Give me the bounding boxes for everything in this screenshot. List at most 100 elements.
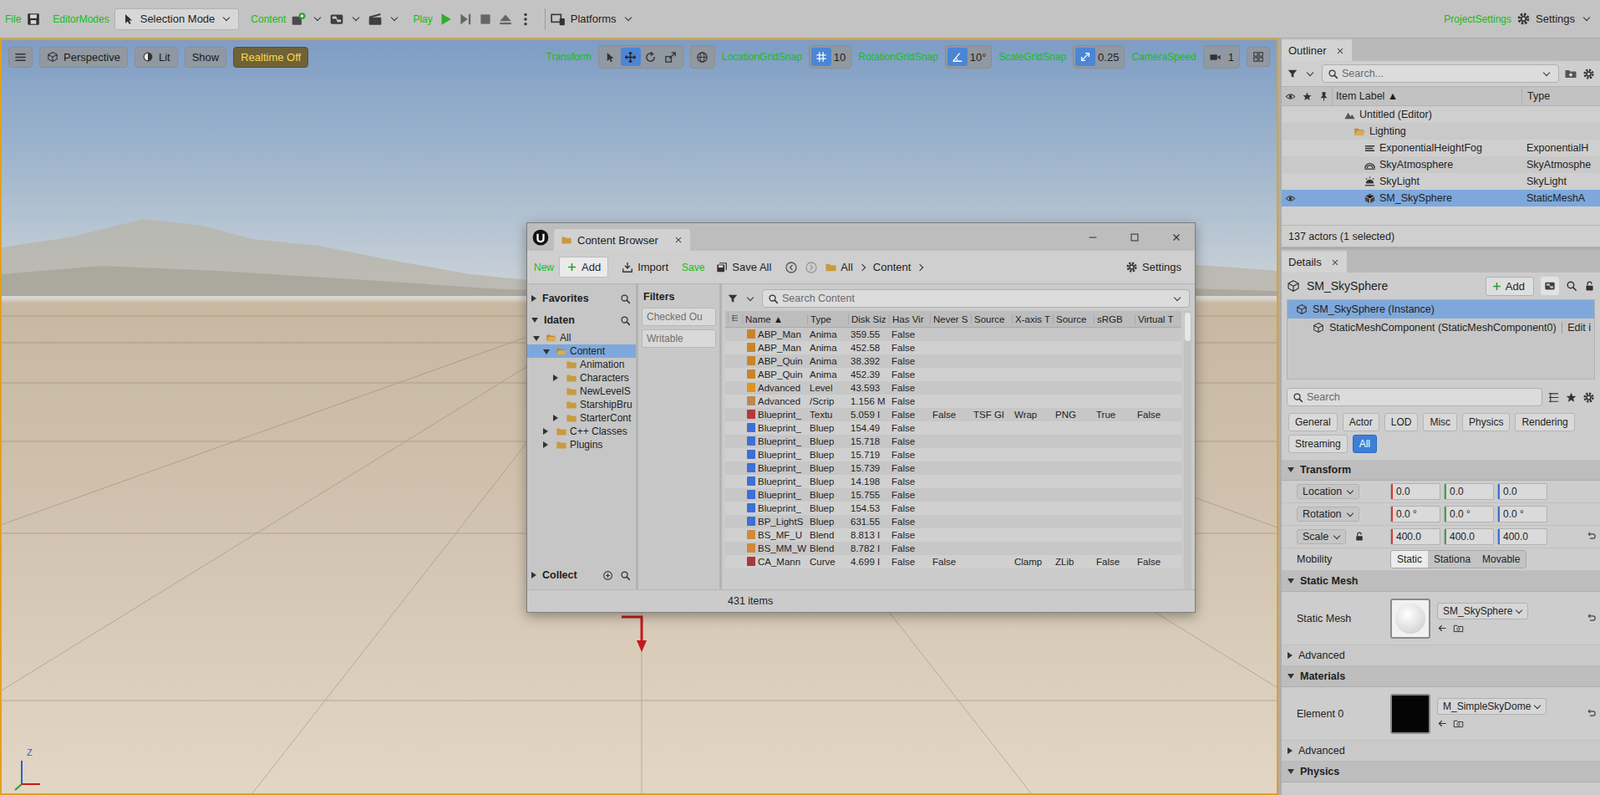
vector-field[interactable]: 400.0 [1390,528,1441,545]
snap-toggle[interactable] [947,47,968,67]
column-header[interactable]: sRGB [1093,314,1135,325]
outliner-row[interactable]: ExponentialHeightFogExponentialH [1281,139,1600,157]
back-icon[interactable] [784,260,798,275]
content-button[interactable] [290,11,325,27]
transform-tool-button[interactable] [660,47,681,67]
vector-field[interactable]: 0.0 [1390,482,1441,500]
filter-button[interactable]: Physics [1462,412,1510,432]
snap-toggle[interactable] [811,47,832,67]
search-icon[interactable] [619,314,631,326]
column-header[interactable]: Source [1052,314,1094,325]
browse-icon[interactable] [1452,717,1464,729]
mobility-option[interactable]: Stationa [1427,550,1477,568]
transform-mode-dropdown[interactable]: Scale [1296,528,1347,544]
filter-button[interactable]: Rendering [1514,412,1575,432]
mode-dropdown[interactable]: Selection Mode [114,8,240,31]
reset-button[interactable] [1585,611,1597,625]
close-icon[interactable] [1335,45,1346,56]
transform-tool-button[interactable] [600,47,621,67]
snap-control[interactable]: 0.25 [1072,45,1125,69]
vector-field[interactable]: 0.0 ° [1497,505,1548,523]
asset-row[interactable]: Blueprint_Bluep154.49False [725,421,1182,435]
filter-button[interactable]: Misc [1422,412,1458,432]
filter-button[interactable]: Streaming [1288,434,1348,453]
asset-row[interactable]: CA_MannCurve4.699 IFalseFalseClampZLibFa… [725,554,1182,569]
materials-section-header[interactable]: Materials [1281,665,1600,687]
folder-tree-item[interactable]: Characters [527,370,636,385]
column-header[interactable]: Item Label ▲ [1331,86,1522,106]
outliner-row[interactable]: SM_SkySphereStaticMeshA [1281,189,1600,207]
outliner-search-input[interactable] [1341,67,1537,80]
expander-icon[interactable] [543,441,549,448]
settings-button[interactable]: Settings [1118,257,1189,277]
outliner-row[interactable]: Lighting [1281,122,1600,140]
transform-mode-dropdown[interactable]: Rotation [1296,506,1360,522]
column-header[interactable]: Type [1521,86,1600,106]
transform-tool-button[interactable] [640,47,661,67]
coordinate-space-button[interactable] [690,45,716,69]
close-icon[interactable] [673,234,684,245]
save-all-button[interactable]: Save All [709,257,778,277]
content-button[interactable] [367,11,402,27]
column-header[interactable]: Name ▲ [741,314,808,325]
column-header[interactable]: Type [807,314,849,325]
asset-row[interactable]: Blueprint_Textu5.059 IFalseFalseTSF GIWr… [725,407,1182,422]
expander-icon[interactable] [1287,768,1295,774]
property-matrix-icon[interactable] [1547,391,1560,404]
play-icon[interactable] [437,11,453,27]
outliner-row[interactable]: SkyLightSkyLight [1281,172,1600,190]
column-header[interactable]: Has Vir [888,314,930,325]
details-tab[interactable]: Details [1281,249,1347,273]
asset-row[interactable]: Blueprint_Bluep14.198False [725,474,1182,488]
minimize-button[interactable] [1074,223,1112,251]
scrollbar-thumb[interactable] [1184,312,1191,341]
breadcrumb-item[interactable]: Content [873,260,912,274]
folder-tree-item[interactable]: StarterCont [527,411,636,425]
asset-row[interactable]: ABP_QuinAnima38.392False [725,354,1182,368]
snap-control[interactable]: 10 [808,45,852,69]
filter-button[interactable]: Actor [1342,412,1380,432]
collections-header[interactable]: Collect [527,563,636,586]
mobility-option[interactable]: Static [1391,550,1428,568]
outliner-tab[interactable]: Outliner [1281,38,1352,61]
save-icon[interactable] [25,11,41,27]
vector-field[interactable]: 0.0 [1497,482,1548,500]
snap-control[interactable]: 10° [944,45,993,69]
project-header[interactable]: Idaten [527,309,636,331]
reset-button[interactable] [1585,706,1597,721]
asset-row[interactable]: ABP_QuinAnima452.39False [725,367,1182,381]
favorites-icon[interactable] [1564,391,1578,404]
outliner-row[interactable]: Untitled (Editor) [1281,106,1600,123]
vector-field[interactable]: 400.0 [1443,528,1494,545]
favorites-header[interactable]: Favorites [527,287,636,310]
viewport-layout-button[interactable] [1246,46,1270,67]
folder-tree-item[interactable]: Plugins [527,437,636,452]
expander-icon[interactable] [1287,651,1293,659]
add-component-button[interactable]: Add [1485,276,1534,296]
snap-toggle[interactable] [1075,47,1096,67]
camera-speed-button[interactable]: 1 [1203,45,1240,69]
realtime-indicator[interactable]: Realtime Off [233,46,309,68]
expander-icon[interactable] [531,294,537,302]
add-button[interactable]: Add [558,256,609,278]
asset-row[interactable]: BS_MF_UBlend8.813 IFalse [725,528,1182,542]
component-row[interactable]: StaticMeshComponent (StaticMeshComponent… [1287,318,1595,337]
expander-icon[interactable] [531,317,539,323]
transform-tool-button[interactable] [620,47,641,67]
filter-chip[interactable]: Writable [641,329,717,348]
vector-field[interactable]: 400.0 [1497,528,1548,545]
outliner-row[interactable]: SkyAtmosphereSkyAtmosphe [1281,156,1600,173]
asset-thumbnail[interactable] [1390,598,1431,639]
folder-tree-item[interactable]: C++ Classes [527,424,636,438]
details-search-field[interactable] [1286,387,1543,407]
edit-component-link[interactable]: Edit i [1561,321,1591,334]
lock-icon[interactable] [1584,280,1595,292]
eject-icon[interactable] [497,11,514,27]
close-button[interactable] [1158,223,1195,251]
transform-mode-dropdown[interactable]: Location [1296,483,1360,499]
folder-tree-item[interactable]: Content [527,344,636,358]
asset-row[interactable]: Blueprint_Bluep15.755False [725,487,1182,502]
expander-icon[interactable] [543,427,549,435]
asset-thumbnail[interactable] [1390,693,1431,734]
expander-icon[interactable] [533,335,540,341]
